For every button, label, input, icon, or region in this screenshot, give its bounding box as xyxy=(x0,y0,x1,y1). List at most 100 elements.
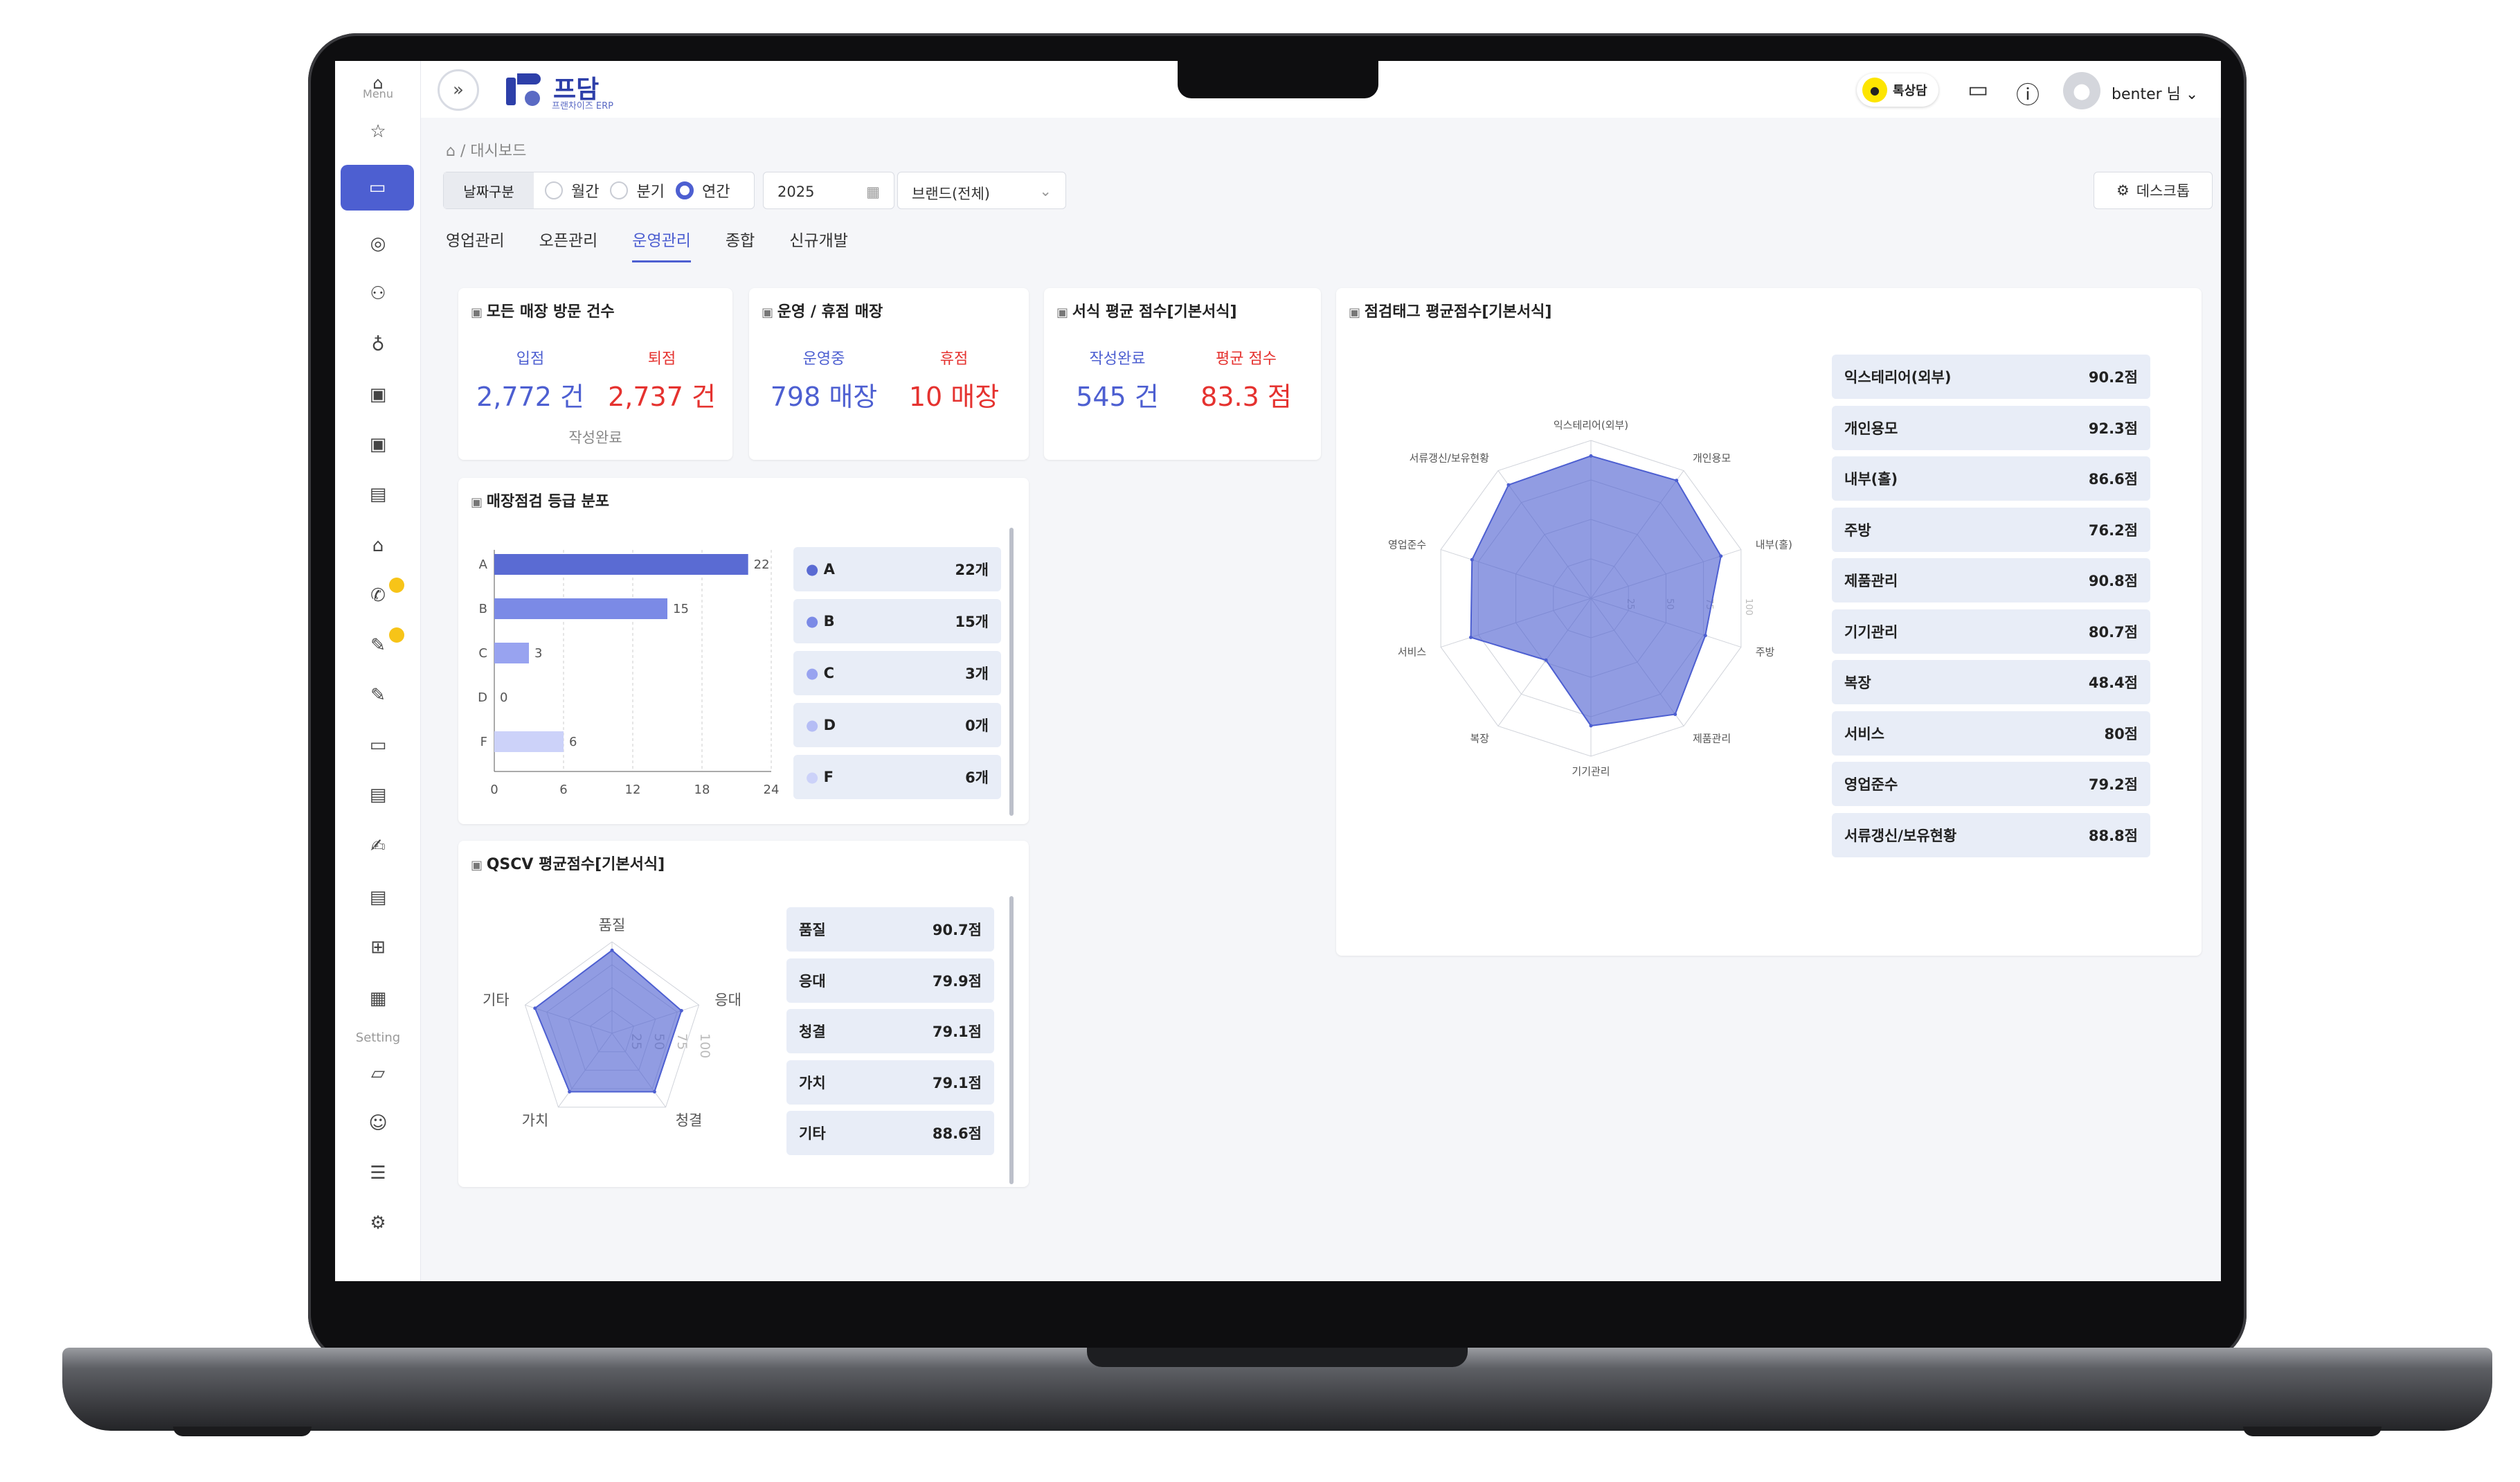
legend-item[interactable]: ● F 6개 xyxy=(793,755,1001,799)
chevron-down-icon: ⌄ xyxy=(2185,86,2199,103)
wallet-icon[interactable]: ▭ xyxy=(360,727,396,763)
pencil-icon[interactable]: ✎ xyxy=(360,677,396,713)
axis-label: 응대 xyxy=(714,992,741,1008)
data-point xyxy=(610,948,614,952)
legend-item[interactable]: 익스테리어(외부) 90.2점 xyxy=(1832,355,2150,399)
kpi-running: 운영중 798 매장 xyxy=(762,346,886,413)
monitor-icon[interactable]: ▭ xyxy=(1968,76,1988,102)
y-tick-label: F xyxy=(480,735,487,749)
data-label: 6 xyxy=(569,735,577,749)
card-title: 매장점검 등급 분포 xyxy=(471,489,609,511)
axis-label: 품질 xyxy=(599,917,626,934)
radio-yearly[interactable]: 연간 xyxy=(675,179,730,202)
gear-icon[interactable]: ⚙ xyxy=(360,1205,396,1241)
x-tick-label: 12 xyxy=(625,783,641,797)
x-tick-label: 0 xyxy=(490,783,498,797)
legend-item[interactable]: 주방 76.2점 xyxy=(1832,507,2150,552)
x-tick-label: 18 xyxy=(694,783,710,797)
legend-label: 개인용모 xyxy=(1844,420,1898,437)
chevron-down-icon: ⌄ xyxy=(1039,183,1052,199)
legend-item[interactable]: 복장 48.4점 xyxy=(1832,660,2150,704)
report-icon[interactable]: ▤ xyxy=(360,880,396,916)
legend-value: 79.1점 xyxy=(932,1024,982,1040)
tab-sales[interactable]: 영업관리 xyxy=(446,227,505,262)
legend-label: 서비스 xyxy=(1844,725,1884,742)
tab-open[interactable]: 오픈관리 xyxy=(539,227,598,262)
legend-item[interactable]: 가치 79.1점 xyxy=(786,1060,994,1105)
list-document-icon[interactable]: ▤ xyxy=(360,777,396,813)
data-point xyxy=(533,1006,537,1010)
calendar-icon[interactable]: ▦ xyxy=(360,981,396,1017)
qscv-card: QSCV 평균점수[기본서식] 255075100품질응대청결가치기타 품질90… xyxy=(458,841,1029,1187)
dashboard-icon[interactable]: ▭ xyxy=(341,165,414,211)
legend-item[interactable]: 서류갱신/보유현황 88.8점 xyxy=(1832,812,2150,857)
grade-bar-chart: 0 6 12 18 24A 22B 15C 3D 0F 6 xyxy=(478,550,779,797)
list-icon[interactable]: ☰ xyxy=(360,1155,396,1191)
legend-item[interactable]: ● A 22개 xyxy=(793,547,1001,591)
kpi-label: 운영중 xyxy=(802,350,845,368)
legend-value: 76.2점 xyxy=(2088,521,2138,539)
radial-tick-label: 100 xyxy=(697,1033,712,1058)
period-filter: 날짜구분 월간 분기 연간 xyxy=(443,172,755,209)
y-tick-label: C xyxy=(478,646,487,661)
legend-item[interactable]: 기기관리 80.7점 xyxy=(1832,609,2150,654)
legend-item[interactable]: 서비스 80점 xyxy=(1832,711,2150,756)
legend-item[interactable]: 품질 90.7점 xyxy=(786,907,994,952)
radio-monthly[interactable]: 월간 xyxy=(545,179,599,202)
legend-item[interactable]: 청결 79.1점 xyxy=(786,1009,994,1053)
org-chart-icon[interactable]: ⊞ xyxy=(360,929,396,965)
legend-label: D xyxy=(823,717,836,733)
scrollbar[interactable] xyxy=(1009,528,1014,816)
legend-label: 품질 xyxy=(799,922,826,938)
legend-item[interactable]: ● D 0개 xyxy=(793,703,1001,747)
legend-item[interactable]: 영업준수 79.2점 xyxy=(1832,762,2150,806)
tab-operations[interactable]: 운영관리 xyxy=(632,227,691,262)
legend-item[interactable]: ● B 15개 xyxy=(793,599,1001,643)
lightbulb-icon[interactable]: ♁ xyxy=(360,327,396,363)
expand-menu-button[interactable]: » xyxy=(438,69,479,111)
legend-item[interactable]: ● C 3개 xyxy=(793,651,1001,695)
alarm-icon[interactable]: ⌂ xyxy=(360,528,396,564)
legend-item[interactable]: 기타 88.6점 xyxy=(786,1111,994,1155)
help-icon[interactable]: ⓘ xyxy=(2016,76,2040,110)
legend-label: 제품관리 xyxy=(1844,573,1898,589)
kpi-value: 83.3 점 xyxy=(1200,382,1292,412)
data-point xyxy=(1719,554,1723,558)
folder-icon[interactable]: ▱ xyxy=(360,1055,396,1091)
app-logo xyxy=(506,73,541,106)
card-icon[interactable]: ▣ xyxy=(360,377,396,413)
legend-value: 79.9점 xyxy=(932,972,982,990)
users-icon[interactable]: ⚇ xyxy=(360,276,396,312)
star-icon[interactable]: ☆ xyxy=(360,114,396,150)
legend-label: 내부(홀) xyxy=(1844,471,1898,488)
notification-badge xyxy=(389,578,404,593)
card-title: 운영 / 휴점 매장 xyxy=(762,299,883,321)
axis-label: 청결 xyxy=(676,1112,703,1129)
brand-select[interactable]: 브랜드(전체) ⌄ xyxy=(897,172,1066,209)
scrollbar[interactable] xyxy=(1009,896,1014,1184)
talk-button[interactable]: ● 톡상담 xyxy=(1857,73,1938,107)
laptop-foot xyxy=(173,1427,312,1436)
smile-icon[interactable]: ☺ xyxy=(360,1105,396,1141)
user-name[interactable]: benter 님 ⌄ xyxy=(2112,82,2198,104)
document-icon[interactable]: ▤ xyxy=(360,476,396,512)
avatar[interactable]: ● xyxy=(2063,72,2100,109)
desktop-button[interactable]: ⚙ 데스크톱 xyxy=(2094,172,2213,209)
legend-item[interactable]: 응대 79.9점 xyxy=(786,958,994,1003)
kpi-label: 휴점 xyxy=(939,350,969,368)
legend-item[interactable]: 개인용모 92.3점 xyxy=(1832,405,2150,450)
radio-quarterly[interactable]: 분기 xyxy=(610,179,665,202)
home-icon[interactable]: ⌂ xyxy=(446,143,456,160)
legend-item[interactable]: 내부(홀) 86.6점 xyxy=(1832,456,2150,501)
axis-label: 익스테리어(외부) xyxy=(1554,419,1628,431)
axis-label: 서류갱신/보유현황 xyxy=(1410,452,1490,465)
tab-new-dev[interactable]: 신규개발 xyxy=(789,227,848,262)
signature-icon[interactable]: ✍ xyxy=(360,828,396,864)
legend-item[interactable]: 제품관리 90.8점 xyxy=(1832,558,2150,602)
card-icon[interactable]: ▣ xyxy=(360,427,396,463)
screen: ⌂ Menu ☆ ▭ ◎ ⚇ ♁ ▣ ▣ ▤ ⌂ ✆ ✎ ✎ ▭ ▤ ✍ ▤ ⊞… xyxy=(335,61,2221,1281)
kpi-out: 퇴점 2,737 건 xyxy=(600,346,724,413)
location-icon[interactable]: ◎ xyxy=(360,226,396,262)
year-input[interactable]: 2025 ▦ xyxy=(763,172,894,209)
tab-overall[interactable]: 종합 xyxy=(726,227,755,262)
